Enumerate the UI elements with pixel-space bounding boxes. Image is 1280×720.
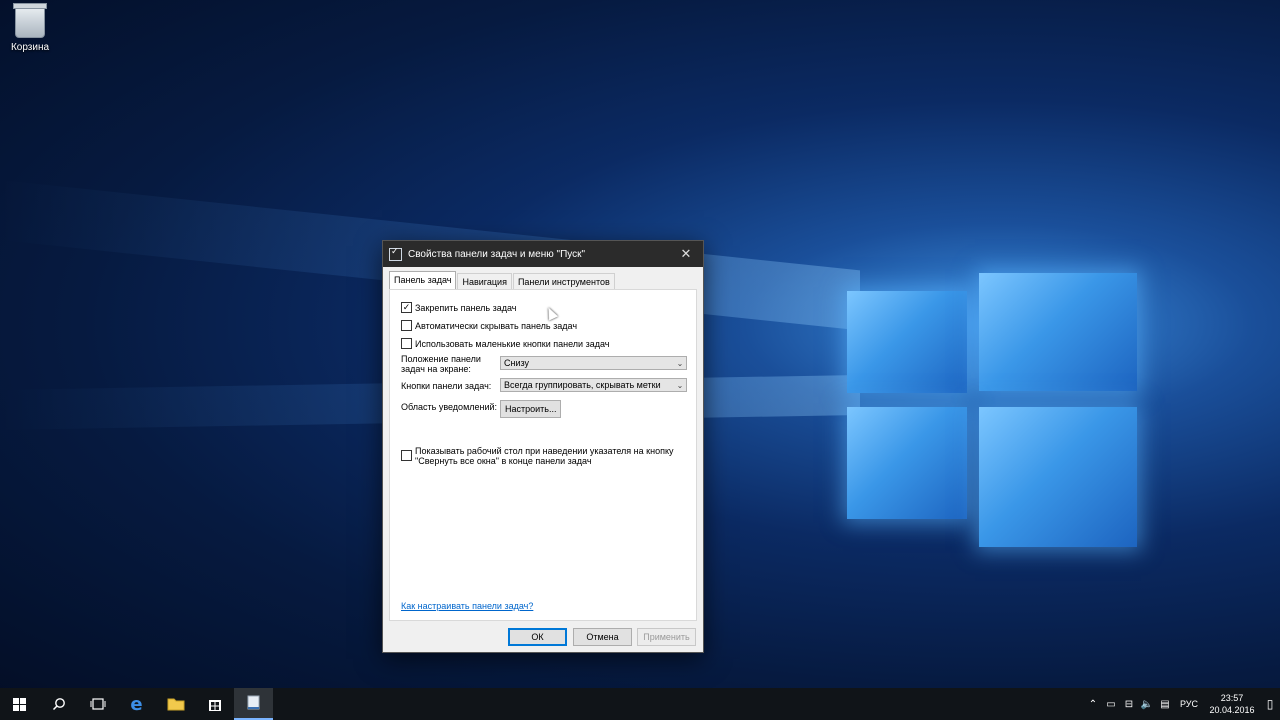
start-button[interactable]	[0, 688, 39, 720]
windows-start-icon	[13, 697, 26, 711]
peek-label-line2: "Свернуть все окна" в конце панели задач	[415, 456, 592, 466]
peek-label-line1: Показывать рабочий стол при наведении ук…	[415, 446, 674, 456]
small-buttons-option[interactable]: Использовать маленькие кнопки панели зад…	[401, 338, 609, 349]
chevron-down-icon: ⌄	[676, 358, 684, 368]
volume-icon[interactable]: 🔈	[1138, 699, 1156, 710]
clock-date: 20.04.2016	[1209, 705, 1255, 715]
position-select[interactable]: Снизу ⌄	[500, 356, 687, 370]
message-icon[interactable]: ▤	[1156, 699, 1174, 710]
logo-pane	[979, 273, 1137, 391]
action-center-icon[interactable]: ▯	[1260, 697, 1280, 711]
position-label: Положение панели задач на экране:	[401, 354, 481, 374]
small-buttons-label: Использовать маленькие кнопки панели зад…	[415, 338, 610, 349]
taskbar-properties-taskbar-button[interactable]	[234, 688, 273, 720]
edge-browser-icon: e	[130, 693, 143, 715]
auto-hide-label: Автоматически скрывать панель задач	[415, 320, 578, 331]
folder-icon	[167, 698, 184, 711]
peek-label: Показывать рабочий стол при наведении ук…	[415, 446, 674, 466]
buttons-label: Кнопки панели задач:	[401, 381, 492, 391]
recycle-bin-icon	[13, 3, 47, 38]
taskbar-properties-dialog: Свойства панели задач и меню "Пуск" ✕ Па…	[382, 240, 704, 653]
battery-icon[interactable]: ▭	[1102, 699, 1120, 710]
clock-time: 23:57	[1220, 693, 1244, 703]
input-language[interactable]: РУС	[1174, 699, 1204, 709]
taskbar: e ⌃ ▭ ⊟ 🔈 ▤ РУС 23:57 20.04.2016 ▯	[0, 688, 1280, 720]
position-label-line2: задач на экране:	[401, 364, 471, 374]
tab-taskbar[interactable]: Панель задач	[389, 271, 457, 290]
task-view-icon	[90, 698, 105, 710]
clock[interactable]: 23:57 20.04.2016	[1204, 692, 1260, 716]
dialog-titlebar[interactable]: Свойства панели задач и меню "Пуск" ✕	[383, 241, 703, 267]
tab-toolbars[interactable]: Панели инструментов	[512, 273, 615, 290]
taskbar-properties-icon	[247, 695, 259, 710]
apply-button[interactable]: Применить	[637, 628, 696, 646]
close-icon[interactable]: ✕	[675, 246, 697, 262]
buttons-value: Всегда группировать, скрывать метки	[504, 380, 661, 390]
search-button[interactable]	[39, 688, 78, 720]
peek-checkbox[interactable]	[401, 450, 412, 461]
store-button[interactable]	[195, 688, 234, 720]
task-view-button[interactable]	[78, 688, 117, 720]
logo-pane	[979, 407, 1137, 547]
logo-pane	[847, 407, 967, 519]
lock-taskbar-label: Закрепить панель задач	[415, 302, 517, 313]
position-label-line1: Положение панели	[401, 354, 481, 364]
position-value: Снизу	[504, 358, 530, 368]
dialog-title: Свойства панели задач и меню "Пуск"	[408, 248, 586, 260]
tab-panel: ✓ Закрепить панель задач Автоматически с…	[389, 289, 697, 621]
chevron-up-icon[interactable]: ⌃	[1084, 699, 1102, 710]
tab-strip: Панель задач Навигация Панели инструмент…	[383, 267, 703, 290]
logo-pane	[847, 291, 967, 393]
recycle-bin-desktop-icon[interactable]: Корзина	[6, 3, 54, 53]
notification-area-label: Область уведомлений:	[401, 402, 498, 412]
store-icon	[208, 700, 221, 711]
peek-option[interactable]: Показывать рабочий стол при наведении ук…	[401, 446, 674, 466]
buttons-select[interactable]: Всегда группировать, скрывать метки ⌄	[500, 378, 687, 392]
recycle-bin-label: Корзина	[10, 42, 50, 53]
auto-hide-checkbox[interactable]	[401, 320, 412, 331]
taskbar-properties-icon	[389, 246, 402, 261]
system-tray: ⌃ ▭ ⊟ 🔈 ▤ РУС 23:57 20.04.2016 ▯	[1084, 688, 1280, 720]
customize-button[interactable]: Настроить...	[500, 400, 562, 418]
file-explorer-button[interactable]	[156, 688, 195, 720]
search-icon	[52, 698, 65, 711]
ok-button[interactable]: ОК	[508, 628, 567, 646]
cancel-button[interactable]: Отмена	[573, 628, 632, 646]
windows-logo-wallpaper	[843, 255, 1143, 555]
network-icon[interactable]: ⊟	[1120, 699, 1138, 710]
help-link[interactable]: Как настраивать панели задач?	[401, 601, 533, 611]
tab-navigation[interactable]: Навигация	[457, 273, 512, 290]
small-buttons-checkbox[interactable]	[401, 338, 412, 349]
auto-hide-option[interactable]: Автоматически скрывать панель задач	[401, 320, 577, 331]
lock-taskbar-checkbox[interactable]: ✓	[401, 302, 412, 313]
edge-button[interactable]: e	[117, 688, 156, 720]
chevron-down-icon: ⌄	[676, 380, 684, 390]
lock-taskbar-option[interactable]: ✓ Закрепить панель задач	[401, 302, 516, 313]
